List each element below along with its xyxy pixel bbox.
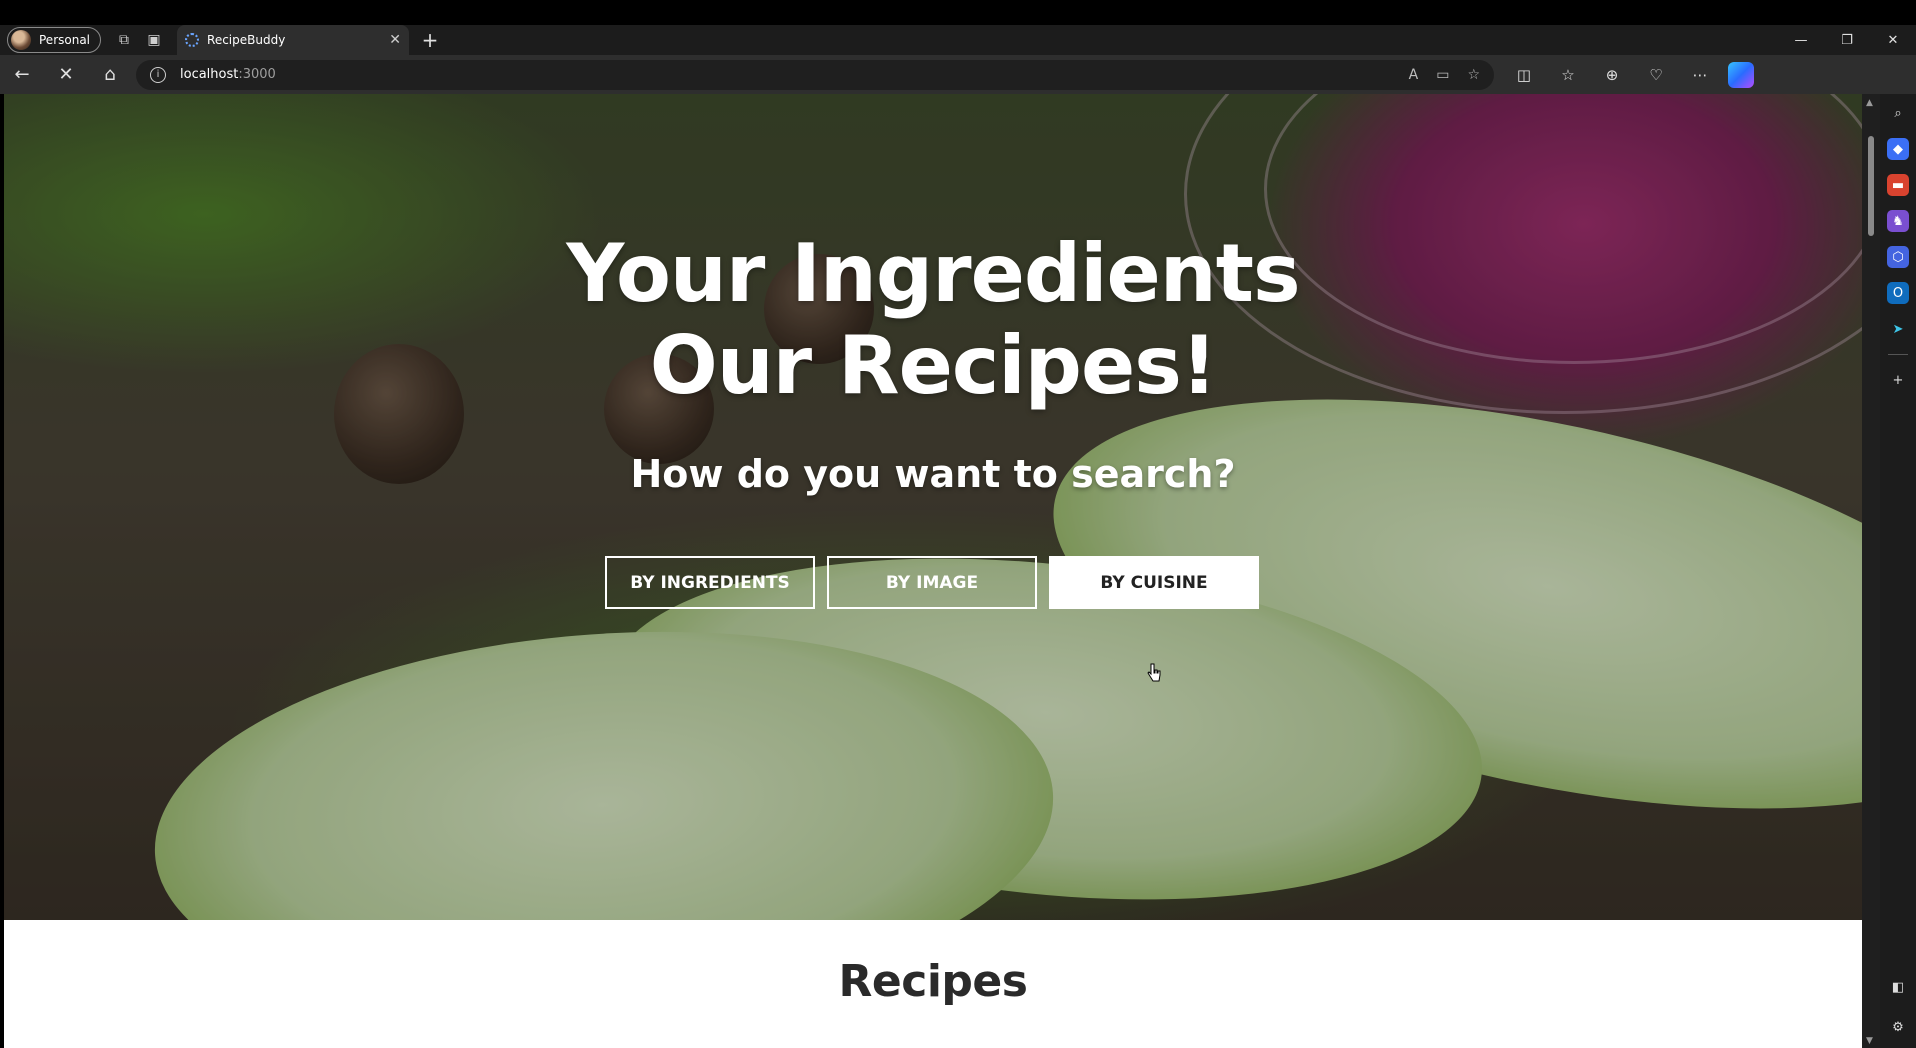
- window-controls: — ❐ ✕: [1778, 33, 1916, 48]
- tag-icon[interactable]: ◆: [1887, 138, 1909, 160]
- toolbar-right: ◫ ☆ ⊕ ♡ ⋯: [1502, 66, 1722, 84]
- hero-title-line1: Your Ingredients: [566, 227, 1300, 320]
- browser-essentials-icon[interactable]: ♡: [1634, 66, 1678, 84]
- avatar: [11, 30, 31, 50]
- url-port: :3000: [238, 67, 276, 82]
- sidebar-toggle-icon[interactable]: ◧: [1887, 976, 1909, 998]
- tab-actions-icon[interactable]: ▣: [139, 27, 169, 53]
- close-tab-icon[interactable]: ✕: [389, 32, 401, 48]
- recipes-section-title: Recipes: [838, 956, 1028, 1007]
- tab-recipebuddy[interactable]: RecipeBuddy ✕: [177, 25, 410, 55]
- settings-icon[interactable]: ⚙: [1887, 1016, 1909, 1038]
- by-cuisine-button[interactable]: BY CUISINE: [1049, 556, 1259, 609]
- profile-label: Personal: [39, 33, 91, 47]
- loading-icon: [185, 33, 200, 47]
- close-window-button[interactable]: ✕: [1870, 33, 1916, 48]
- page-scrollbar[interactable]: ▲ ▼: [1862, 94, 1880, 1048]
- edge-sidebar: ⌕ ◆ ▬ ♞ ⬡ O ➤ + ◧ ⚙: [1880, 94, 1916, 1048]
- scroll-up-icon[interactable]: ▲: [1866, 98, 1873, 108]
- url-field[interactable]: i localhost:3000 A ▭ ☆: [136, 59, 1494, 90]
- by-image-button[interactable]: BY IMAGE: [827, 556, 1037, 609]
- site-info-icon[interactable]: i: [150, 66, 166, 83]
- tab-title: RecipeBuddy: [207, 33, 286, 47]
- page-viewport: Your Ingredients Our Recipes! How do you…: [4, 94, 1862, 1048]
- profile-button[interactable]: Personal: [7, 27, 102, 53]
- minimize-button[interactable]: —: [1778, 33, 1824, 48]
- back-button[interactable]: ←: [0, 58, 44, 92]
- hero-subtitle: How do you want to search?: [630, 452, 1236, 496]
- search-icon[interactable]: ⌕: [1887, 102, 1909, 124]
- workspaces-icon[interactable]: ⧉: [109, 27, 139, 53]
- read-aloud-icon[interactable]: A: [1409, 67, 1419, 83]
- hero-title: Your Ingredients Our Recipes!: [4, 228, 1862, 412]
- split-screen-icon[interactable]: ◫: [1502, 66, 1546, 84]
- copilot-icon[interactable]: [1728, 61, 1754, 88]
- hand-cursor-icon: [1147, 663, 1161, 682]
- scrollbar-thumb[interactable]: [1868, 136, 1874, 236]
- tab-bar: Personal ⧉ ▣ RecipeBuddy ✕ + — ❐ ✕: [0, 25, 1916, 55]
- restore-button[interactable]: ❐: [1824, 33, 1870, 48]
- sidebar-divider: [1888, 354, 1908, 355]
- immersive-reader-icon[interactable]: ▭: [1436, 67, 1449, 83]
- title-strip: [0, 0, 1916, 25]
- chess-icon[interactable]: ♞: [1887, 210, 1909, 232]
- by-ingredients-button[interactable]: BY INGREDIENTS: [605, 556, 815, 609]
- new-tab-button[interactable]: +: [417, 28, 443, 52]
- briefcase-icon[interactable]: ▬: [1887, 174, 1909, 196]
- hero-banner: Your Ingredients Our Recipes! How do you…: [4, 94, 1862, 920]
- address-bar: ← ✕ ⌂ i localhost:3000 A ▭ ☆ ◫ ☆ ⊕ ♡ ⋯: [0, 55, 1916, 94]
- url-host: localhost: [180, 67, 239, 82]
- search-mode-buttons: BY INGREDIENTS BY IMAGE BY CUISINE: [605, 556, 1259, 609]
- more-menu-icon[interactable]: ⋯: [1678, 66, 1722, 84]
- send-icon[interactable]: ➤: [1887, 318, 1909, 340]
- m365-icon[interactable]: ⬡: [1887, 246, 1909, 268]
- add-icon[interactable]: +: [1887, 369, 1909, 391]
- hero-content: Your Ingredients Our Recipes! How do you…: [4, 94, 1862, 920]
- stop-loading-button[interactable]: ✕: [44, 58, 88, 92]
- outlook-icon[interactable]: O: [1887, 282, 1909, 304]
- hero-title-line2: Our Recipes!: [649, 319, 1218, 412]
- favorites-icon[interactable]: ☆: [1546, 66, 1590, 84]
- collections-icon[interactable]: ⊕: [1590, 66, 1634, 84]
- favorite-star-icon[interactable]: ☆: [1467, 67, 1480, 83]
- home-button[interactable]: ⌂: [88, 58, 132, 92]
- scroll-down-icon[interactable]: ▼: [1866, 1036, 1873, 1046]
